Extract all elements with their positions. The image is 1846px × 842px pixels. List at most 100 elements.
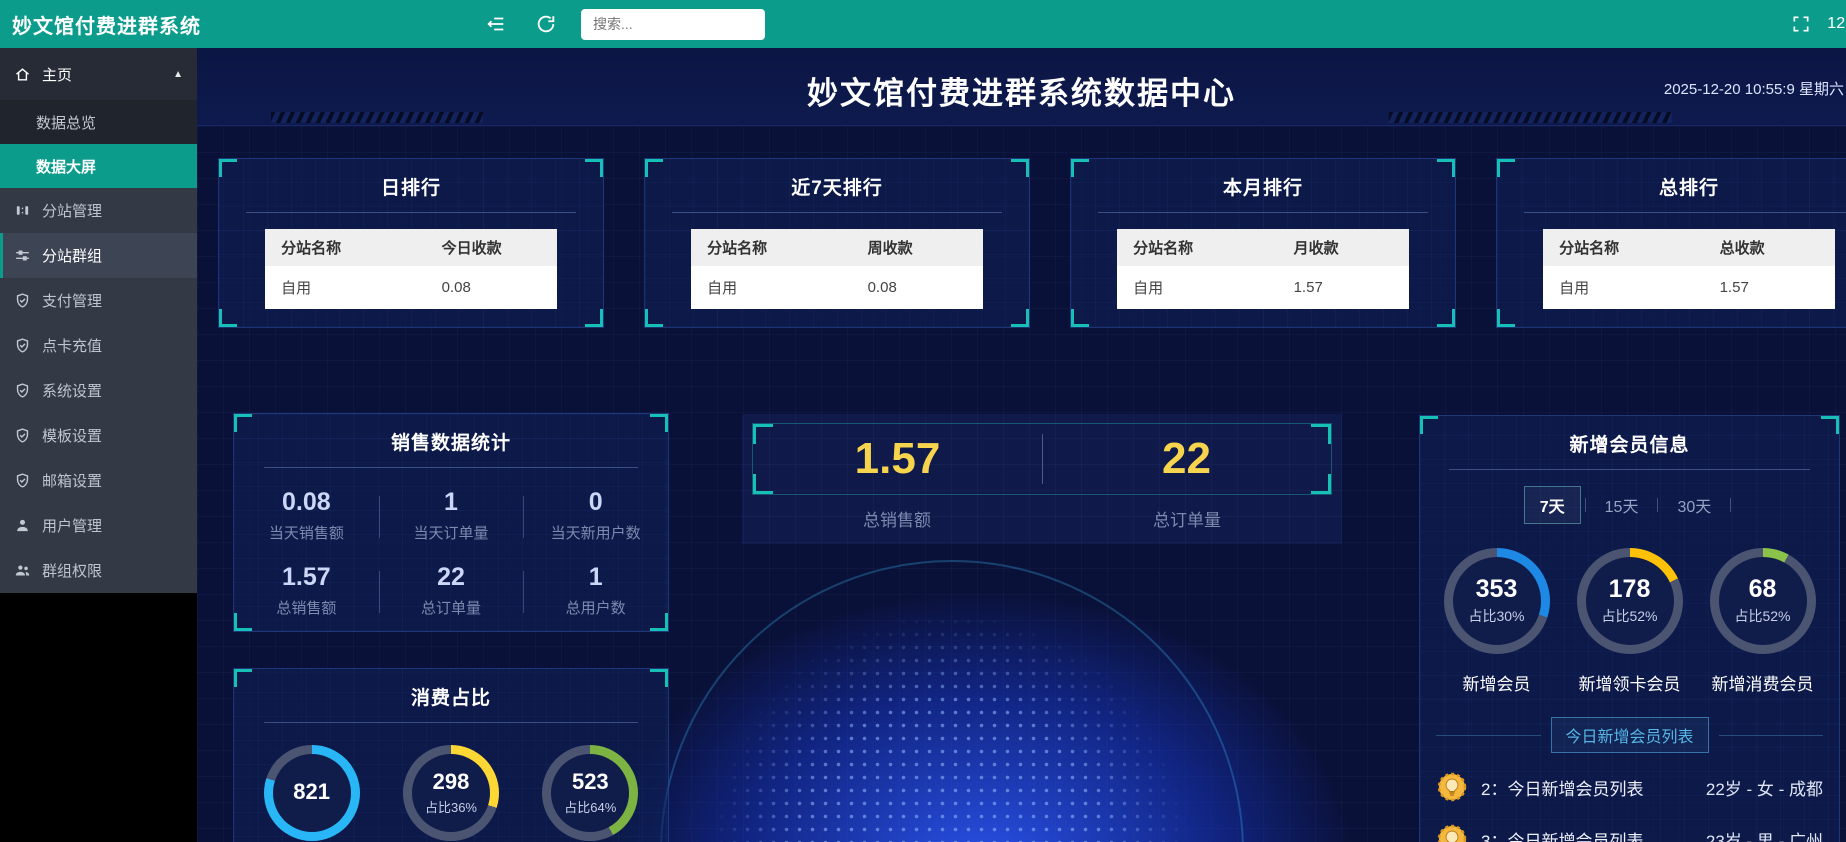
sidebar-empty-area xyxy=(0,593,197,842)
tab-7days[interactable]: 7天 xyxy=(1524,486,1581,524)
donut-ring: 523 占比64% xyxy=(542,745,638,841)
sidebar-item-label: 点卡充值 xyxy=(42,335,102,356)
user-icon xyxy=(14,517,31,534)
member-entry-meta: 23岁 - 男 - 广州 xyxy=(1706,827,1823,842)
today-new-members-button[interactable]: 今日新增会员列表 xyxy=(1551,717,1709,753)
cell-amount: 0.08 xyxy=(426,266,557,309)
sidebar-item-group-permissions[interactable]: 群组权限 xyxy=(0,548,197,593)
menu-fold-icon[interactable] xyxy=(485,13,507,35)
col-header: 总收款 xyxy=(1704,229,1835,266)
bulb-badge-icon xyxy=(1436,823,1468,842)
title-underline xyxy=(264,467,637,468)
sliders-icon xyxy=(14,247,31,264)
card-consume-ratio: 消费占比 821 298 占比36% xyxy=(233,668,669,842)
sidebar-item-payment-mgmt[interactable]: 支付管理 xyxy=(0,278,197,323)
member-list-button-row: 今日新增会员列表 xyxy=(1436,717,1823,753)
username[interactable]: 123 xyxy=(1827,15,1846,33)
ranking-table: 分站名称 月收款 自用 1.57 xyxy=(1117,229,1409,309)
title-underline xyxy=(264,722,637,723)
member-donuts-row: 353 占比30% 新增会员 178 占比52% 新增领卡会员 xyxy=(1420,548,1839,695)
screen-header: 妙文馆付费进群系统数据中心 2025-12-20 10:55:9 星期六 xyxy=(197,48,1846,126)
card-title: 消费占比 xyxy=(234,669,668,710)
fullscreen-icon[interactable] xyxy=(1791,14,1811,34)
sidebar-item-data-screen[interactable]: 数据大屏 xyxy=(0,144,197,188)
cell-site-name: 自用 xyxy=(1117,266,1278,309)
sidebar-item-mail-settings[interactable]: 邮箱设置 xyxy=(0,458,197,503)
data-big-screen: 妙文馆付费进群系统数据中心 2025-12-20 10:55:9 星期六 日排行… xyxy=(197,48,1846,842)
col-header: 今日收款 xyxy=(426,229,557,266)
total-sales-label: 总销售额 xyxy=(752,506,1042,531)
sidebar-item-data-overview[interactable]: 数据总览 xyxy=(0,100,197,144)
list-item: 3：今日新增会员列表 23岁 - 男 - 广州 xyxy=(1426,813,1833,842)
screen-datetime: 2025-12-20 10:55:9 星期六 xyxy=(1664,78,1844,99)
sidebar-item-template-settings[interactable]: 模板设置 xyxy=(0,413,197,458)
card-daily-ranking: 日排行 分站名称 今日收款 自用 0.08 xyxy=(218,158,604,328)
table-row: 自用 0.08 xyxy=(265,266,557,309)
decor-hatch-right xyxy=(1389,112,1672,123)
divider-line xyxy=(1436,735,1541,736)
sidebar-item-label: 支付管理 xyxy=(42,290,102,311)
stat-total-orders: 22 总订单量 xyxy=(379,563,524,618)
sidebar-item-home[interactable]: 主页 ▲ xyxy=(0,48,197,100)
totals-panel: 1.57 22 总销售额 总订单量 xyxy=(742,414,1342,544)
sidebar-item-label: 主页 xyxy=(42,64,72,85)
card-title: 总排行 xyxy=(1497,159,1846,200)
sidebar-item-label: 分站管理 xyxy=(42,200,102,221)
member-entry-text: 2：今日新增会员列表 xyxy=(1481,775,1643,800)
title-underline xyxy=(1524,212,1846,213)
shield-check-icon xyxy=(14,472,31,489)
shield-check-icon xyxy=(14,337,31,354)
shield-check-icon xyxy=(14,427,31,444)
stat-total-sales: 1.57 总销售额 xyxy=(234,563,379,618)
period-tabs: 7天 15天 30天 xyxy=(1420,486,1839,524)
card-new-members: 新增会员信息 7天 15天 30天 353 占比30% xyxy=(1419,415,1840,842)
cell-amount: 1.57 xyxy=(1278,266,1409,309)
users-icon xyxy=(14,562,31,579)
divider-line xyxy=(1719,735,1824,736)
table-row: 自用 0.08 xyxy=(691,266,983,309)
sidebar-item-substation-mgmt[interactable]: 分站管理 xyxy=(0,188,197,233)
list-item: 2：今日新增会员列表 22岁 - 女 - 成都 xyxy=(1426,761,1833,813)
member-entry-text: 3：今日新增会员列表 xyxy=(1481,827,1643,842)
sales-stats-grid: 0.08 当天销售额 1 当天订单量 0 当天新用户数 1.57 总销售额 22 xyxy=(234,488,668,618)
consume-donuts-row: 821 298 占比36% xyxy=(234,745,668,841)
total-orders-label: 总订单量 xyxy=(1042,506,1332,531)
tab-30days[interactable]: 30天 xyxy=(1662,487,1726,523)
sidebar-item-user-mgmt[interactable]: 用户管理 xyxy=(0,503,197,548)
search-input[interactable] xyxy=(581,9,765,40)
col-header: 分站名称 xyxy=(1543,229,1704,266)
sidebar-item-label: 分站群组 xyxy=(42,245,102,266)
card-title: 新增会员信息 xyxy=(1420,416,1839,457)
consume-donut-2: 298 占比36% xyxy=(388,745,514,841)
tab-15days[interactable]: 15天 xyxy=(1590,487,1654,523)
sidebar-item-card-recharge[interactable]: 点卡充值 xyxy=(0,323,197,368)
table-row: 自用 1.57 xyxy=(1543,266,1835,309)
columns-icon xyxy=(14,202,31,219)
new-member-list: 2：今日新增会员列表 22岁 - 女 - 成都 3：今日新增会员列表 xyxy=(1426,761,1833,842)
cell-site-name: 自用 xyxy=(691,266,852,309)
total-sales-value: 1.57 xyxy=(753,424,1042,494)
card-total-ranking: 总排行 分站名称 总收款 自用 1.57 xyxy=(1496,158,1846,328)
col-header: 月收款 xyxy=(1278,229,1409,266)
refresh-icon[interactable] xyxy=(535,13,557,35)
topbar: 妙文馆付费进群系统 123 xyxy=(0,0,1846,48)
sidebar-item-system-settings[interactable]: 系统设置 xyxy=(0,368,197,413)
app-logo-title: 妙文馆付费进群系统 xyxy=(0,10,209,39)
ranking-table: 分站名称 今日收款 自用 0.08 xyxy=(265,229,557,309)
card-title: 日排行 xyxy=(219,159,603,200)
ranking-cards-row: 日排行 分站名称 今日收款 自用 0.08 近7天排行 分站名称 周收款 xyxy=(218,158,1846,328)
topbar-right: 123 xyxy=(1791,14,1846,34)
col-header: 周收款 xyxy=(852,229,983,266)
title-underline xyxy=(672,212,1002,213)
ranking-table: 分站名称 周收款 自用 0.08 xyxy=(691,229,983,309)
table-row: 自用 1.57 xyxy=(1117,266,1409,309)
sidebar-item-label: 用户管理 xyxy=(42,515,102,536)
sidebar-item-substation-groups[interactable]: 分站群组 xyxy=(0,233,197,278)
globe-dot-map xyxy=(715,615,1185,842)
title-underline xyxy=(246,212,576,213)
col-header: 分站名称 xyxy=(1117,229,1278,266)
caret-up-icon: ▲ xyxy=(173,69,183,80)
total-orders-value: 22 xyxy=(1042,424,1331,494)
donut-ring: 821 xyxy=(264,745,360,841)
col-header: 分站名称 xyxy=(691,229,852,266)
